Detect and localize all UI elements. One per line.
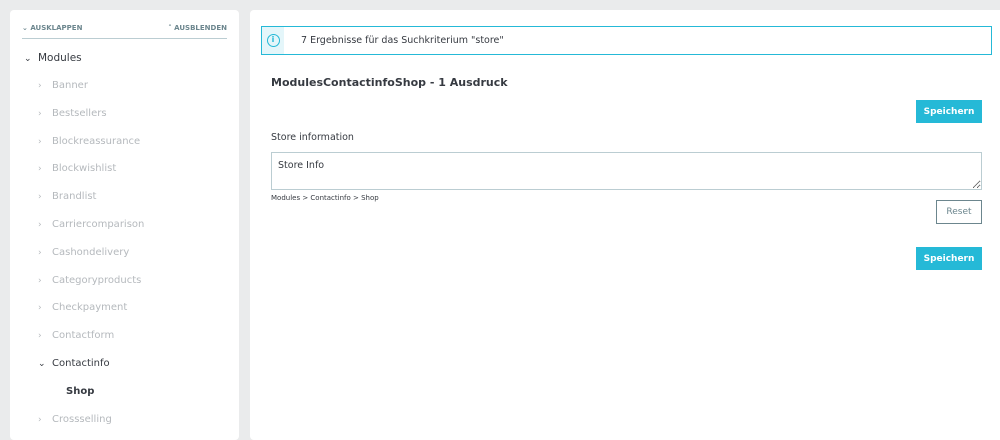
chevron-right-icon: ›	[38, 303, 42, 314]
info-icon: i	[262, 27, 284, 54]
chevron-right-icon: ›	[38, 275, 42, 286]
collapse-label: AUSBLENDEN	[174, 24, 227, 32]
sidebar-header: ⌄ AUSKLAPPEN ˄ AUSBLENDEN	[22, 24, 227, 39]
tree-item-shop[interactable]: Shop	[66, 386, 94, 397]
tree-label: Contactform	[52, 330, 115, 342]
alert-text: 7 Ergebnisse für das Suchkriterium "stor…	[301, 35, 504, 46]
tree-item[interactable]: › Crossselling	[38, 414, 112, 425]
save-button-top[interactable]: Speichern	[916, 100, 982, 123]
chevron-right-icon: ›	[38, 331, 42, 342]
expand-all-button[interactable]: ⌄ AUSKLAPPEN	[22, 24, 82, 32]
chevron-right-icon: ›	[38, 81, 42, 91]
tree-label: Contactinfo	[52, 358, 110, 369]
chevron-right-icon: ›	[38, 192, 42, 203]
sidebar: ⌄ AUSKLAPPEN ˄ AUSBLENDEN ⌄ Modules › Bann…	[10, 10, 239, 440]
tree-label: Brandlist	[52, 191, 97, 203]
chevron-right-icon: ›	[38, 136, 42, 147]
chevron-right-icon: ›	[38, 247, 42, 258]
main-panel: i 7 Ergebnisse für das Suchkriterium "st…	[250, 10, 1000, 440]
tree-label: Categoryproducts	[52, 274, 142, 286]
chevron-right-icon: ›	[38, 220, 42, 230]
tree-label: Banner	[52, 80, 88, 91]
field-path: Modules > Contactinfo > Shop	[271, 194, 379, 202]
chevron-right-icon: ›	[38, 108, 42, 119]
tree-label: Blockreassurance	[52, 135, 141, 147]
tree-label: Carriercomparison	[52, 219, 145, 230]
collapse-all-button[interactable]: ˄ AUSBLENDEN	[168, 24, 227, 32]
tree-item[interactable]: ⌄ Contactinfo	[38, 358, 110, 369]
chevron-right-icon: ›	[38, 164, 42, 175]
expand-label: AUSKLAPPEN	[30, 24, 83, 32]
info-alert: i 7 Ergebnisse für das Suchkriterium "st…	[261, 26, 992, 55]
tree-label: Crossselling	[52, 413, 112, 425]
tree-item-modules[interactable]: ⌄ Modules	[24, 52, 82, 64]
tree-item[interactable]: › Brandlist	[38, 191, 96, 202]
save-button-bottom[interactable]: Speichern	[916, 247, 982, 270]
tree-item[interactable]: › Carriercomparison	[38, 219, 144, 230]
tree-label: Bestsellers	[52, 107, 107, 119]
tree-item[interactable]: › Cashondelivery	[38, 247, 129, 258]
field-label: Store information	[271, 132, 354, 143]
chevron-right-icon: ›	[38, 414, 42, 425]
tree-label: Modules	[38, 52, 82, 64]
reset-button[interactable]: Reset	[936, 200, 982, 224]
chevron-down-icon: ⌄	[38, 359, 46, 369]
tree-item[interactable]: › Categoryproducts	[38, 275, 141, 286]
tree-item[interactable]: › Checkpayment	[38, 302, 127, 313]
tree-label: Blockwishlist	[52, 163, 117, 175]
section-title: ModulesContactinfoShop - 1 Ausdruck	[271, 76, 508, 89]
tree-item[interactable]: › Blockwishlist	[38, 163, 116, 174]
tree-label: Checkpayment	[52, 302, 128, 314]
tree-item[interactable]: › Blockreassurance	[38, 136, 140, 147]
tree-item[interactable]: › Bestsellers	[38, 108, 107, 119]
store-info-textarea[interactable]: Store Info	[271, 152, 982, 190]
chevron-down-icon: ⌄	[24, 54, 32, 64]
tree-label: Cashondelivery	[52, 246, 130, 258]
tree-item[interactable]: › Banner	[38, 80, 88, 91]
tree-item[interactable]: › Contactform	[38, 330, 114, 341]
